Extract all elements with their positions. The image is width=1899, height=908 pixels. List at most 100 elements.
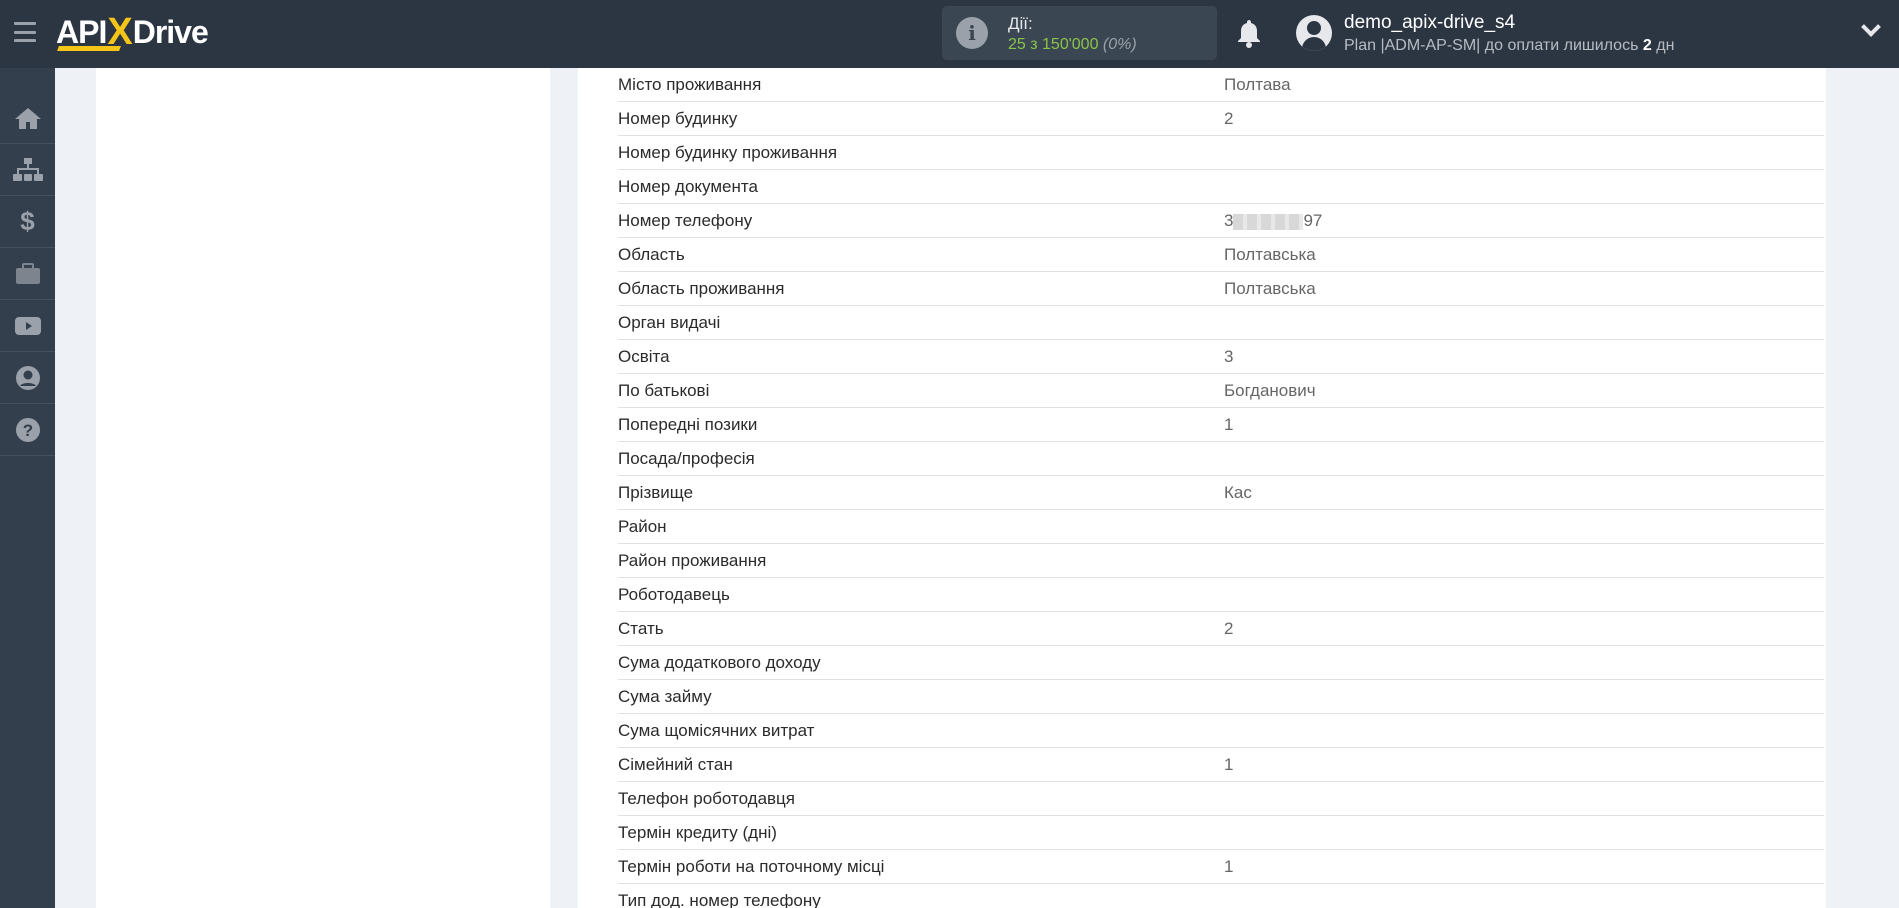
field-row: Сума займу (618, 680, 1824, 714)
field-value: 3 (1224, 347, 1234, 366)
avatar[interactable] (1296, 15, 1332, 51)
field-label: Тип дод. номер телефону (618, 891, 821, 908)
sidebar-item-billing[interactable]: $ (0, 196, 55, 248)
bell-icon[interactable] (1236, 18, 1262, 48)
field-label: Номер документа (618, 177, 758, 196)
sidebar-item-tools[interactable] (0, 248, 55, 300)
field-label: Термін кредиту (дні) (618, 823, 777, 842)
field-row: Посада/професія (618, 442, 1824, 476)
sidebar-item-videos[interactable] (0, 300, 55, 352)
field-value-start: 3 (1224, 211, 1234, 230)
field-label: Місто проживання (618, 75, 762, 94)
field-row: Сімейний стан 1 (618, 748, 1824, 782)
left-panel (96, 68, 550, 908)
username[interactable]: demo_apix-drive_s4 (1344, 12, 1515, 34)
logo-underline (57, 46, 121, 51)
dollar-icon: $ (20, 206, 35, 236)
field-row: Номер телефону 3 97 (618, 204, 1824, 238)
field-row: По батькові Богданович (618, 374, 1824, 408)
field-label: Термін роботи на поточному місці (618, 857, 885, 876)
chevron-down-icon[interactable] (1861, 17, 1881, 37)
field-label: Сума займу (618, 687, 712, 706)
briefcase-icon (15, 262, 40, 284)
masked-value (1233, 213, 1304, 230)
field-row: Область Полтавська (618, 238, 1824, 272)
data-fields-panel: Місто проживання Полтава Номер будинку 2 Ном… (578, 68, 1826, 908)
field-row: Прізвище Кас (618, 476, 1824, 510)
field-row: Термін кредиту (дні) (618, 816, 1824, 850)
top-header: API X Drive i Дії: 25 з 150'000 (0%) demo_… (0, 0, 1899, 68)
field-label: Район проживання (618, 551, 767, 570)
field-label: Попередні позики (618, 415, 758, 434)
plan-unit: дн (1656, 37, 1675, 54)
field-label: По батькові (618, 381, 710, 400)
field-row: Термін роботи на поточному місці 1 (618, 850, 1824, 884)
field-label: Телефон роботодавця (618, 789, 795, 808)
field-label: Сімейний стан (618, 755, 733, 774)
info-icon: i (956, 17, 988, 49)
field-value: Полтавська (1224, 245, 1316, 264)
actions-count-value: 25 з 150'000 (1008, 36, 1099, 53)
field-label: Орган видачі (618, 313, 721, 332)
field-row: Район проживання (618, 544, 1824, 578)
field-row: Номер документа (618, 170, 1824, 204)
field-row: Тип дод. номер телефону (618, 884, 1824, 908)
field-value: Богданович (1224, 381, 1316, 400)
field-label: Сума додаткового доходу (618, 653, 821, 672)
sidebar-item-connections[interactable] (0, 144, 55, 196)
actions-label: Дії: (1008, 14, 1033, 33)
field-value: 1 (1224, 755, 1234, 774)
actions-percent: (0%) (1102, 36, 1137, 53)
field-row: Сума щомісячних витрат (618, 714, 1824, 748)
field-row: Місто проживання Полтава (618, 68, 1824, 102)
sitemap-icon (12, 157, 43, 181)
field-label: Район (618, 517, 667, 536)
field-value: 3 97 (1224, 211, 1322, 231)
field-row: Роботодавець (618, 578, 1824, 612)
field-row: Сума додаткового доходу (618, 646, 1824, 680)
svg-text:?: ? (22, 421, 32, 440)
field-label: Область проживання (618, 279, 785, 298)
user-circle-icon (15, 365, 40, 390)
field-value-end: 97 (1303, 211, 1323, 230)
field-row: Область проживання Полтавська (618, 272, 1824, 306)
field-row: Номер будинку проживання (618, 136, 1824, 170)
field-label: Область (618, 245, 685, 264)
sidebar: $ ? (0, 68, 55, 908)
field-value: 2 (1224, 109, 1234, 128)
field-label: Прізвище (618, 483, 694, 502)
field-row: Попередні позики 1 (618, 408, 1824, 442)
field-value: 2 (1224, 619, 1234, 638)
home-icon (14, 107, 41, 129)
field-value: Кас (1224, 483, 1252, 502)
field-row: Стать 2 (618, 612, 1824, 646)
field-row: Телефон роботодавця (618, 782, 1824, 816)
field-label: Номер телефону (618, 211, 753, 230)
sidebar-item-profile[interactable] (0, 352, 55, 404)
actions-count: 25 з 150'000 (0%) (1008, 36, 1137, 54)
field-label: Номер будинку проживання (618, 143, 838, 162)
field-value: 1 (1224, 415, 1234, 434)
field-label: Сума щомісячних витрат (618, 721, 815, 740)
field-row: Освіта 3 (618, 340, 1824, 374)
field-row: Орган видачі (618, 306, 1824, 340)
menu-toggle-icon[interactable] (14, 22, 36, 42)
field-value: Полтавська (1224, 279, 1316, 298)
field-label: Посада/професія (618, 449, 755, 468)
field-label: Стать (618, 619, 664, 638)
plan-days: 2 (1642, 37, 1652, 54)
field-label: Номер будинку (618, 109, 738, 128)
youtube-icon (14, 316, 41, 335)
plan-info: Plan |ADM-AP-SM| до оплати лишилось 2 дн (1344, 37, 1674, 55)
field-label: Освіта (618, 347, 670, 366)
field-value: 1 (1224, 857, 1234, 876)
field-value: Полтава (1224, 75, 1291, 94)
field-row: Район (618, 510, 1824, 544)
field-label: Роботодавець (618, 585, 730, 604)
plan-text: Plan |ADM-AP-SM| до оплати лишилось (1344, 37, 1639, 54)
question-icon: ? (15, 417, 40, 442)
sidebar-item-home[interactable] (0, 92, 55, 144)
sidebar-item-help[interactable]: ? (0, 404, 55, 456)
actions-counter[interactable]: i Дії: 25 з 150'000 (0%) (942, 6, 1217, 60)
field-row: Номер будинку 2 (618, 102, 1824, 136)
